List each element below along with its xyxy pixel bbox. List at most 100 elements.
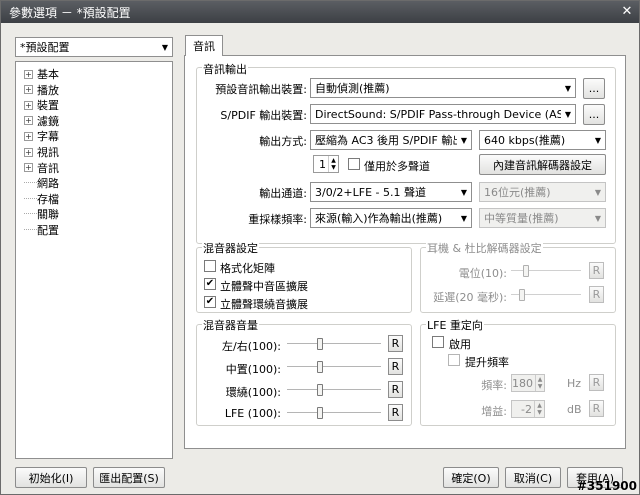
mixer-volume-reset-button[interactable]: R [388,404,403,421]
mixer-setting-checkbox[interactable] [204,278,216,290]
ok-button[interactable]: 確定(O) [443,467,499,488]
tree-item[interactable]: 配置 [24,222,59,238]
expand-plus-icon[interactable]: + [24,163,33,173]
multichannel-only-label: 僅用於多聲道 [364,160,430,173]
chevron-down-icon: ▼ [460,213,468,223]
mixer-setting-checkbox[interactable] [204,260,216,272]
lfe-freq-value: 180 [512,376,533,390]
mixer-volume-title: 混音器音量 [202,317,259,333]
expand-plus-icon[interactable]: + [24,116,33,126]
mixer-volume-slider[interactable] [287,337,381,351]
headphone-level-slider[interactable] [511,264,581,278]
tree-item-label: 播放 [37,83,59,97]
lfe-freq-stepper[interactable]: 180 ▲ ▼ [511,374,545,392]
resample-quality-value: 中等質量(推薦) [484,212,559,225]
slider-thumb[interactable] [317,338,323,350]
mixer-volume-label: 環繞(100): [225,386,281,399]
bitdepth-select[interactable]: 16位元(推薦) ▼ [479,182,606,202]
lfe-gain-stepper[interactable]: -2 ▲ ▼ [511,400,545,418]
lfe-gain-label: 增益: [481,405,507,418]
output-channel-select[interactable]: 3/0/2+LFE - 5.1 聲道 ▼ [310,182,472,202]
expand-plus-icon[interactable]: + [24,147,33,157]
mixer-volume-reset-button[interactable]: R [388,358,403,375]
slider-thumb[interactable] [317,384,323,396]
lfe-gain-reset-button[interactable]: R [589,400,604,417]
spin-arrows-icon[interactable]: ▲ ▼ [534,401,544,417]
headphone-delay-slider[interactable] [511,288,581,302]
profile-select-value: *預設配置 [20,41,70,54]
tab-audio[interactable]: 音訊 [185,35,223,56]
multichannel-only-checkbox[interactable] [348,158,360,170]
tree-item[interactable]: + 播放 [24,82,59,98]
tree-item[interactable]: + 濾鏡 [24,113,59,129]
cancel-button[interactable]: 取消(C) [505,467,561,488]
audio-output-group-title: 音訊輸出 [202,61,248,77]
chevron-down-icon: ▼ [594,213,602,223]
multichannel-count-stepper[interactable]: 1 ▲ ▼ [313,155,339,173]
output-mode-label: 輸出方式: [259,135,307,148]
preferences-window: 參數選項 － *預設配置 ✕ *預設配置 ▼ + 基本 + 播放 + 裝置 + 濾鏡 + 字幕 + 視… [0,0,640,495]
expand-plus-icon[interactable]: + [24,131,33,141]
lfe-boost-checkbox[interactable] [448,354,460,366]
close-icon[interactable]: ✕ [619,4,635,20]
bitrate-value: 640 kbps(推薦) [484,134,566,147]
tree-item[interactable]: + 字幕 [24,128,59,144]
multichannel-count-value: 1 [319,157,326,171]
headphone-level-reset-button[interactable]: R [589,262,604,279]
lfe-boost-label: 提升頻率 [465,356,509,369]
category-tree[interactable]: + 基本 + 播放 + 裝置 + 濾鏡 + 字幕 + 視訊 + 音訊 網路 存檔 關聯 配置 [15,61,173,459]
mixer-volume-reset-button[interactable]: R [388,335,403,352]
tree-item[interactable]: + 視訊 [24,144,59,160]
profile-select[interactable]: *預設配置 ▼ [15,37,173,57]
slider-thumb[interactable] [523,265,529,277]
headphone-delay-reset-button[interactable]: R [589,286,604,303]
spdif-device-select[interactable]: DirectSound: S/PDIF Pass-through Device … [310,104,576,124]
default-device-select[interactable]: 自動偵測(推薦) ▼ [310,78,576,98]
mixer-setting-label: 立體聲中音區擴展 [220,280,308,293]
decoder-settings-button[interactable]: 內建音訊解碼器設定 [479,154,606,175]
tree-item-label: 字幕 [37,130,59,144]
spdif-device-value: DirectSound: S/PDIF Pass-through Device … [315,107,561,121]
output-mode-select[interactable]: 壓縮為 AC3 後用 S/PDIF 輸出 ▼ [310,130,472,150]
slider-thumb[interactable] [317,361,323,373]
reset-defaults-button[interactable]: 初始化(I) [15,467,87,488]
tree-connector [24,208,37,215]
title-bar[interactable]: 參數選項 － *預設配置 ✕ [1,1,639,23]
tree-item[interactable]: 存檔 [24,191,59,207]
export-profile-button[interactable]: 匯出配置(S) [93,467,165,488]
mixer-setting-checkbox[interactable] [204,296,216,308]
tree-item[interactable]: + 音訊 [24,160,59,176]
mixer-volume-slider[interactable] [287,406,381,420]
chevron-down-icon: ▼ [161,42,169,52]
audio-settings-panel: 音訊輸出 預設音訊輸出裝置: 自動偵測(推薦) ▼ ... S/PDIF 輸出裝… [184,55,626,449]
mixer-settings-title: 混音器設定 [202,240,259,256]
mixer-volume-slider[interactable] [287,360,381,374]
slider-thumb[interactable] [317,407,323,419]
tree-item[interactable]: 網路 [24,175,59,191]
bitrate-select[interactable]: 640 kbps(推薦) ▼ [479,130,606,150]
lfe-freq-reset-button[interactable]: R [589,374,604,391]
tree-connector [24,177,37,184]
tree-item-label: 濾鏡 [37,114,59,128]
tree-item[interactable]: + 裝置 [24,97,59,113]
resample-select[interactable]: 來源(輸入)作為輸出(推薦) ▼ [310,208,472,228]
mixer-volume-slider[interactable] [287,383,381,397]
expand-plus-icon[interactable]: + [24,100,33,110]
mixer-volume-label: 中置(100): [225,363,281,376]
resample-quality-select[interactable]: 中等質量(推薦) ▼ [479,208,606,228]
resample-label: 重採樣頻率: [248,213,307,226]
spin-arrows-icon[interactable]: ▲ ▼ [328,156,338,172]
default-device-more-button[interactable]: ... [583,78,605,99]
expand-plus-icon[interactable]: + [24,69,33,79]
output-channel-value: 3/0/2+LFE - 5.1 聲道 [315,186,426,199]
tree-item[interactable]: 關聯 [24,206,59,222]
mixer-volume-reset-button[interactable]: R [388,381,403,398]
spin-arrows-icon[interactable]: ▲ ▼ [535,375,544,391]
headphone-level-label: 電位(10): [458,267,507,280]
expand-plus-icon[interactable]: + [24,85,33,95]
spdif-device-more-button[interactable]: ... [583,104,605,125]
lfe-enable-checkbox[interactable] [432,336,444,348]
slider-thumb[interactable] [519,289,525,301]
tree-item[interactable]: + 基本 [24,66,59,82]
tree-item-label: 網路 [37,177,59,191]
